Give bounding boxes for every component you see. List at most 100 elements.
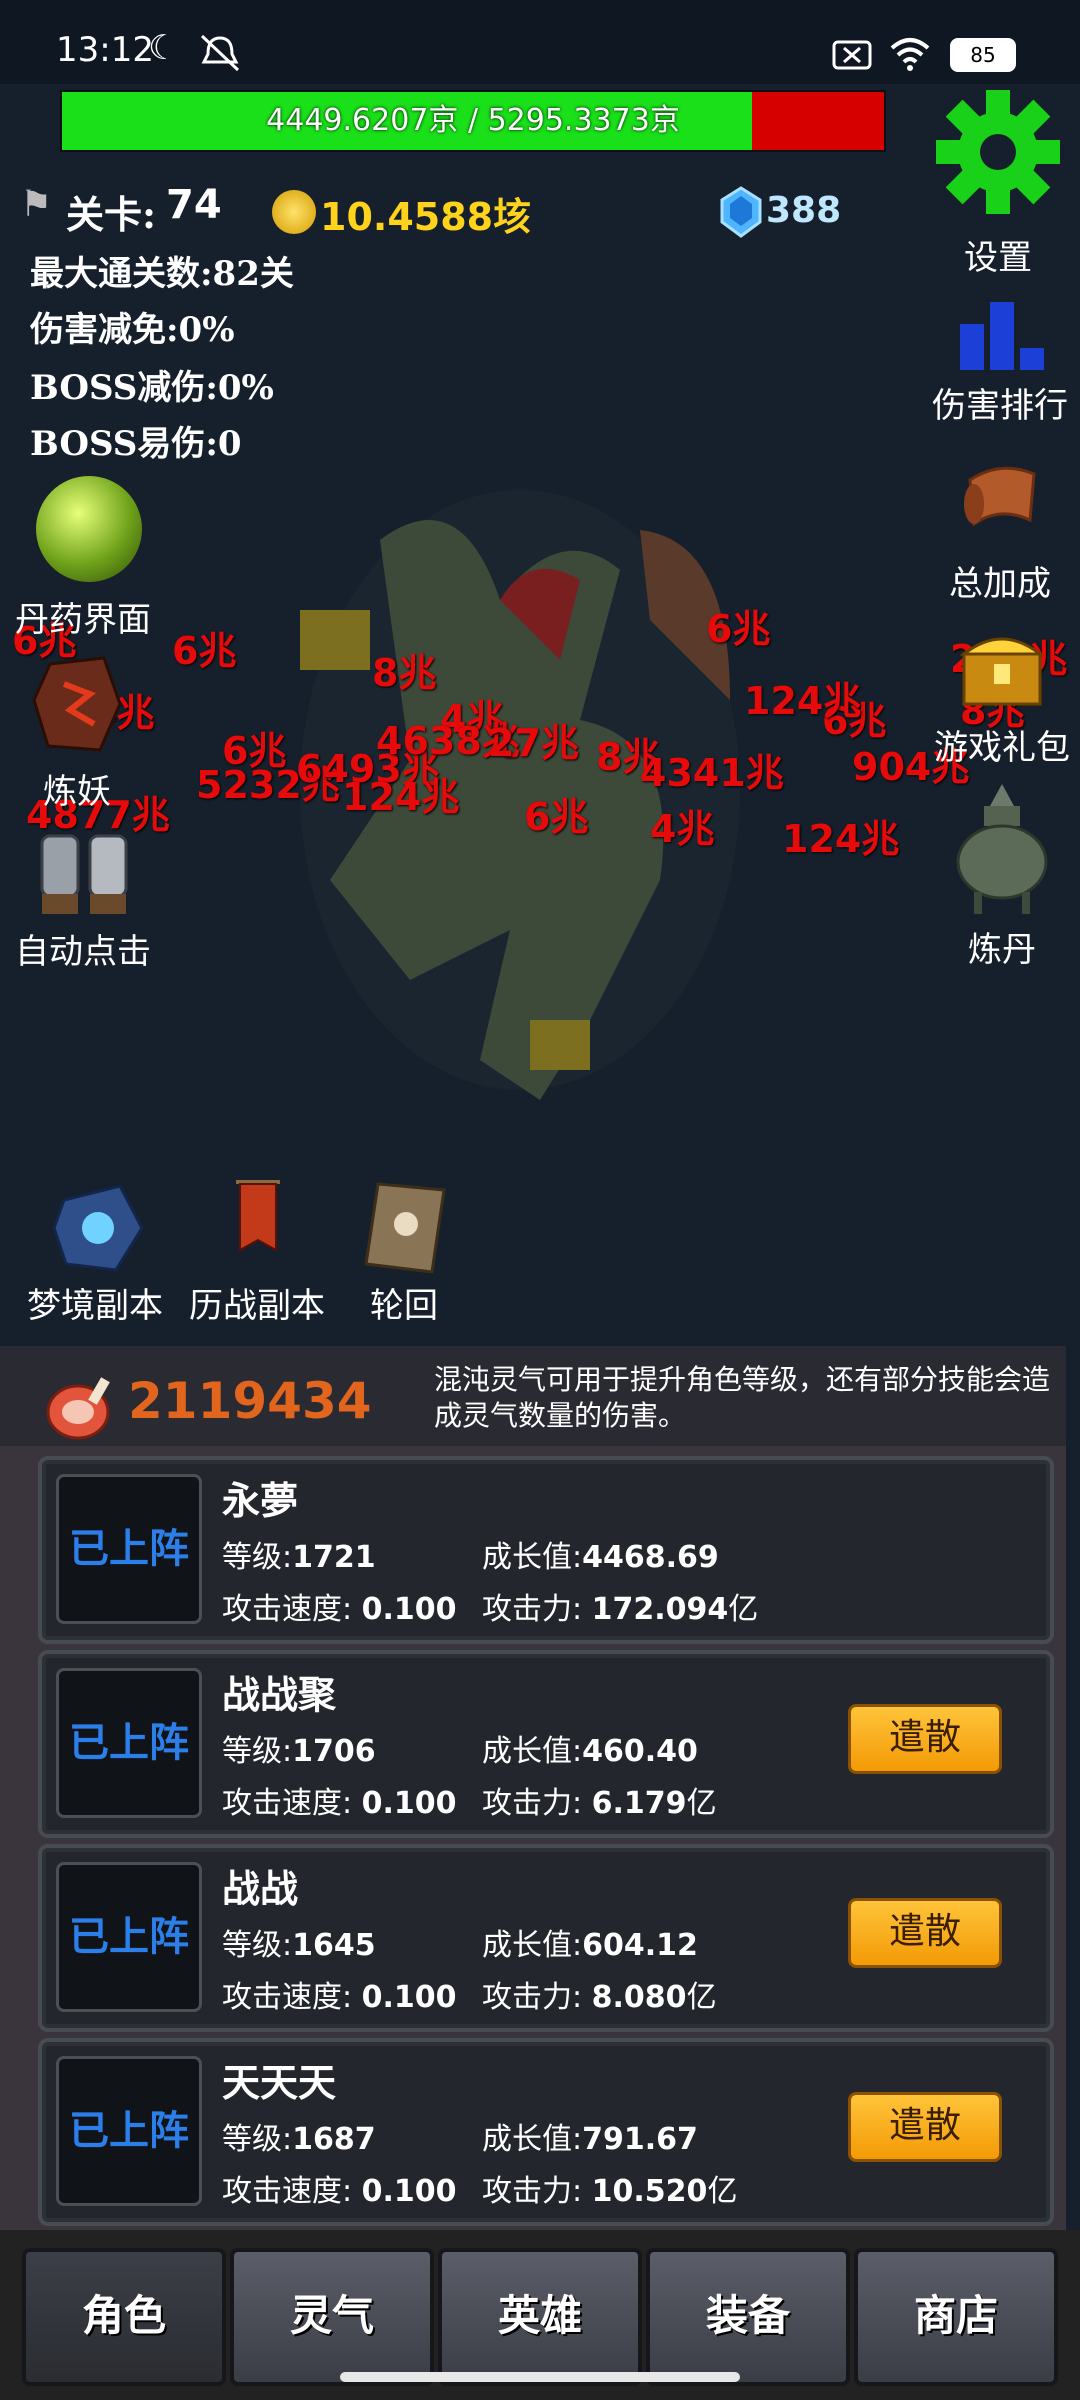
damage-rank-button[interactable]: 伤害排行 <box>922 300 1078 426</box>
hero-card[interactable]: 已上阵 战战聚 等级:1706 成长值:460.40 攻击速度: 0.100 攻… <box>38 1650 1054 1838</box>
max-stage: 最大通关数:82关 <box>30 254 294 294</box>
hero-card[interactable]: 已上阵 天天天 等级:1687 成长值:791.67 攻击速度: 0.100 攻… <box>38 2038 1054 2226</box>
refine-demon-label: 炼妖 <box>43 772 111 812</box>
hero-speed: 0.100 <box>361 1592 457 1627</box>
damage-number: 6兆 <box>524 795 589 839</box>
stage-value: 74 <box>166 182 222 228</box>
boss-reduction: BOSS减伤:0% <box>30 368 274 408</box>
damage-reduction: 伤害减免:0% <box>30 310 235 350</box>
speed-label: 攻击速度: <box>222 1980 353 2015</box>
status-time: 13:12 <box>56 30 154 70</box>
hero-level: 1721 <box>292 1540 376 1575</box>
dream-dungeon-button[interactable]: 梦境副本 <box>20 1180 170 1330</box>
damage-number: 6兆 <box>706 607 771 651</box>
banner-icon <box>236 1180 280 1252</box>
total-bonus-label: 总加成 <box>949 564 1051 604</box>
tab-spirit[interactable]: 灵气 <box>230 2248 434 2386</box>
stage-label: 关卡: <box>66 192 157 237</box>
hero-growth: 791.67 <box>582 2122 698 2157</box>
growth-label: 成长值: <box>482 1540 583 1575</box>
attack-unit: 亿 <box>707 2174 738 2209</box>
hero-speed: 0.100 <box>361 1980 457 2015</box>
level-label: 等级: <box>222 1734 293 1769</box>
book-icon <box>364 1182 446 1274</box>
speed-label: 攻击速度: <box>222 1592 353 1627</box>
tab-character[interactable]: 角色 <box>22 2248 226 2386</box>
battery-icon: 85 <box>950 38 1016 72</box>
hero-status[interactable]: 已上阵 <box>56 1862 202 2012</box>
dismiss-button[interactable]: 遣散 <box>848 1704 1002 1774</box>
growth-label: 成长值: <box>482 2122 583 2157</box>
gauntlet-icon <box>40 834 128 914</box>
settings-button[interactable]: 设置 <box>930 84 1066 278</box>
attack-unit: 亿 <box>728 1592 759 1627</box>
gift-pack-label: 游戏礼包 <box>934 728 1070 768</box>
level-label: 等级: <box>222 1928 293 1963</box>
hero-card[interactable]: 已上阵 永夢 等级:1721 成长值:4468.69 攻击速度: 0.100 攻… <box>38 1456 1054 1644</box>
scroll-icon <box>964 466 1036 527</box>
hero-status[interactable]: 已上阵 <box>56 1474 202 1624</box>
attack-label: 攻击力: <box>482 1980 583 2015</box>
tab-shop[interactable]: 商店 <box>854 2248 1058 2386</box>
alchemy-label: 炼丹 <box>968 930 1036 970</box>
attack-label: 攻击力: <box>482 1592 583 1627</box>
pill-ui-button[interactable]: 丹药界面 <box>10 476 156 640</box>
damage-number: 6兆 <box>172 629 237 673</box>
settings-label: 设置 <box>964 238 1032 278</box>
hero-attack: 10.520 <box>591 2174 708 2209</box>
orb-icon <box>36 476 142 582</box>
sim-off-icon <box>832 40 872 70</box>
total-bonus-button[interactable]: 总加成 <box>930 460 1070 604</box>
bar-chart-icon <box>960 302 1044 370</box>
boss-vulnerability: BOSS易伤:0 <box>30 424 242 464</box>
auto-click-button[interactable]: 自动点击 <box>10 826 156 976</box>
meat-icon <box>46 1377 110 1440</box>
hero-status[interactable]: 已上阵 <box>56 2056 202 2206</box>
hero-level: 1687 <box>292 2122 376 2157</box>
attack-label: 攻击力: <box>482 2174 583 2209</box>
speed-label: 攻击速度: <box>222 2174 353 2209</box>
refine-demon-button[interactable]: 炼妖 <box>24 654 130 818</box>
hero-speed: 0.100 <box>361 1786 457 1821</box>
flag-icon: ⚑ <box>20 184 53 225</box>
home-indicator[interactable] <box>340 2372 740 2382</box>
dream-dungeon-label: 梦境副本 <box>27 1286 163 1326</box>
tab-heroes[interactable]: 英雄 <box>438 2248 642 2386</box>
hero-speed: 0.100 <box>361 2174 457 2209</box>
damage-number: 124兆 <box>782 817 900 861</box>
boss-hp-text: 4449.6207京 / 5295.3373京 <box>266 103 680 138</box>
attack-unit: 亿 <box>686 1980 717 2015</box>
dismiss-button[interactable]: 遣散 <box>848 2092 1002 2162</box>
boss-hp-bar: 4449.6207京 / 5295.3373京 <box>60 90 886 152</box>
hero-level: 1645 <box>292 1928 376 1963</box>
spirit-amount: 2119434 <box>128 1372 372 1430</box>
hero-growth: 460.40 <box>582 1734 698 1769</box>
gold-coin-icon <box>272 190 316 234</box>
damage-number: 124兆 <box>744 679 862 723</box>
demon-stone-icon <box>32 656 122 752</box>
battle-dungeon-button[interactable]: 历战副本 <box>182 1180 332 1330</box>
auto-click-label: 自动点击 <box>15 932 151 972</box>
rune-stone-icon <box>52 1184 144 1272</box>
reincarnation-button[interactable]: 轮回 <box>354 1180 454 1330</box>
hero-status[interactable]: 已上阵 <box>56 1668 202 1818</box>
level-label: 等级: <box>222 2122 293 2157</box>
attack-unit: 亿 <box>686 1786 717 1821</box>
cauldron-icon <box>956 784 1048 914</box>
hero-name: 战战 <box>222 1867 299 1911</box>
hero-card[interactable]: 已上阵 战战 等级:1645 成长值:604.12 攻击速度: 0.100 攻击… <box>38 1844 1054 2032</box>
hero-growth: 604.12 <box>582 1928 698 1963</box>
gear-icon <box>936 90 1060 214</box>
hero-growth: 4468.69 <box>582 1540 719 1575</box>
tab-equipment[interactable]: 装备 <box>646 2248 850 2386</box>
pill-ui-label: 丹药界面 <box>15 600 151 640</box>
hero-name: 天天天 <box>222 2061 337 2105</box>
damage-number: 124兆 <box>342 775 460 819</box>
damage-number: 4兆 <box>650 807 715 851</box>
alchemy-button[interactable]: 炼丹 <box>940 780 1064 974</box>
battle-dungeon-label: 历战副本 <box>189 1286 325 1326</box>
hero-name: 永夢 <box>222 1479 299 1523</box>
dismiss-button[interactable]: 遣散 <box>848 1898 1002 1968</box>
moon-icon: ☾ <box>148 28 179 68</box>
gift-pack-button[interactable]: 游戏礼包 <box>924 624 1080 768</box>
